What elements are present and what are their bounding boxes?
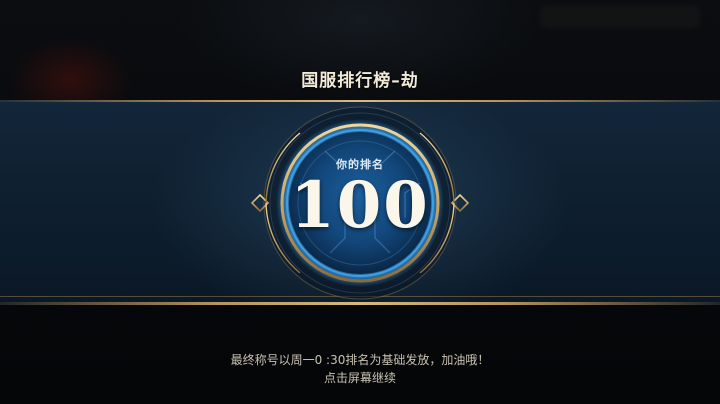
page-title: 国服排行榜–劫 <box>301 71 419 91</box>
reward-note: 最终称号以周一0 :30排名为基础发放，加油哦！ <box>230 353 490 367</box>
blurred-top-menu <box>540 6 700 28</box>
banner-top-trim <box>0 100 720 102</box>
tap-to-continue[interactable]: 点击屏幕继续 <box>0 369 720 386</box>
leaderboard-screen[interactable]: 国服排行榜–劫 你的排名 100 最终称号以周一0:30排名为基础发放，加油哦… <box>0 0 720 404</box>
rank-value: 100 <box>290 168 430 243</box>
